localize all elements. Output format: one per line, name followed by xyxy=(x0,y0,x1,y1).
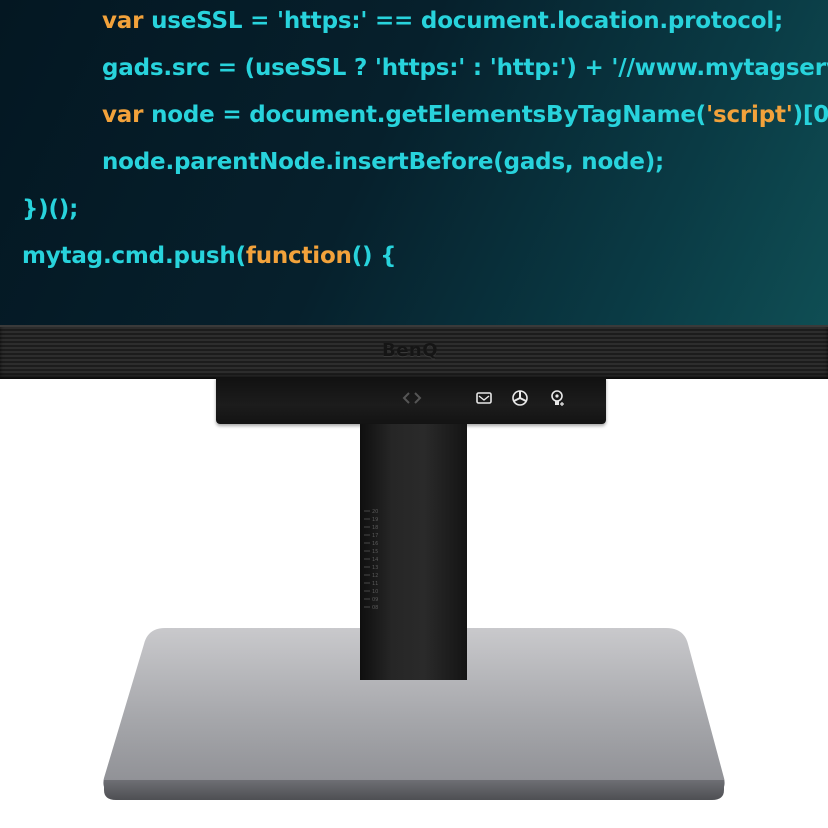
monitor-screen: var useSSL = 'https:' == document.locati… xyxy=(0,0,828,325)
code-keyword: var xyxy=(102,102,144,128)
code-line-2: gads.src = (useSSL ? 'https:' : 'http:')… xyxy=(102,55,828,81)
code-line-3: var node = document.getElementsByTagName… xyxy=(102,102,828,128)
code-line-6: mytag.cmd.push(function() { xyxy=(22,243,397,269)
code-token: node = document.getElementsByTagName( xyxy=(143,102,707,128)
code-token: useSSL = 'https:' == document.location.p… xyxy=(143,8,784,34)
code-token: () { xyxy=(351,243,397,269)
code-token: node.parentNode.insertBefore(gads, node)… xyxy=(102,149,665,175)
code-token: )[0]; xyxy=(792,102,828,128)
scale-label: 18 xyxy=(372,525,378,531)
code-keyword: function xyxy=(245,243,352,269)
mode-icon[interactable] xyxy=(510,388,530,408)
scale-label: 11 xyxy=(372,581,378,587)
code-keyword: 'script' xyxy=(706,102,793,128)
code-keyword: var xyxy=(102,8,144,34)
eye-care-sensor-icon[interactable] xyxy=(548,388,568,408)
scale-label: 16 xyxy=(372,541,378,547)
code-line-4: node.parentNode.insertBefore(gads, node)… xyxy=(102,149,664,175)
scale-label: 12 xyxy=(372,573,378,579)
scale-label: 19 xyxy=(372,517,378,523)
scale-label: 15 xyxy=(372,549,378,555)
code-token: mytag.cmd.push( xyxy=(22,243,246,269)
scale-label: 17 xyxy=(372,533,378,539)
scale-label: 10 xyxy=(372,589,378,595)
menu-icon[interactable] xyxy=(474,388,494,408)
scale-label: 14 xyxy=(372,557,378,563)
scale-label: 13 xyxy=(372,565,378,571)
code-token: gads.src = (useSSL ? 'https:' : 'http:')… xyxy=(102,55,828,81)
input-switch-icon[interactable] xyxy=(402,388,422,408)
code-line-5: })(); xyxy=(22,196,78,222)
scale-label: 20 xyxy=(372,509,378,515)
code-line-1: var useSSL = 'https:' == document.locati… xyxy=(102,8,783,34)
brand-logo: BenQ xyxy=(382,340,439,361)
stand-neck-lower xyxy=(360,610,467,680)
code-token: })(); xyxy=(22,196,79,222)
